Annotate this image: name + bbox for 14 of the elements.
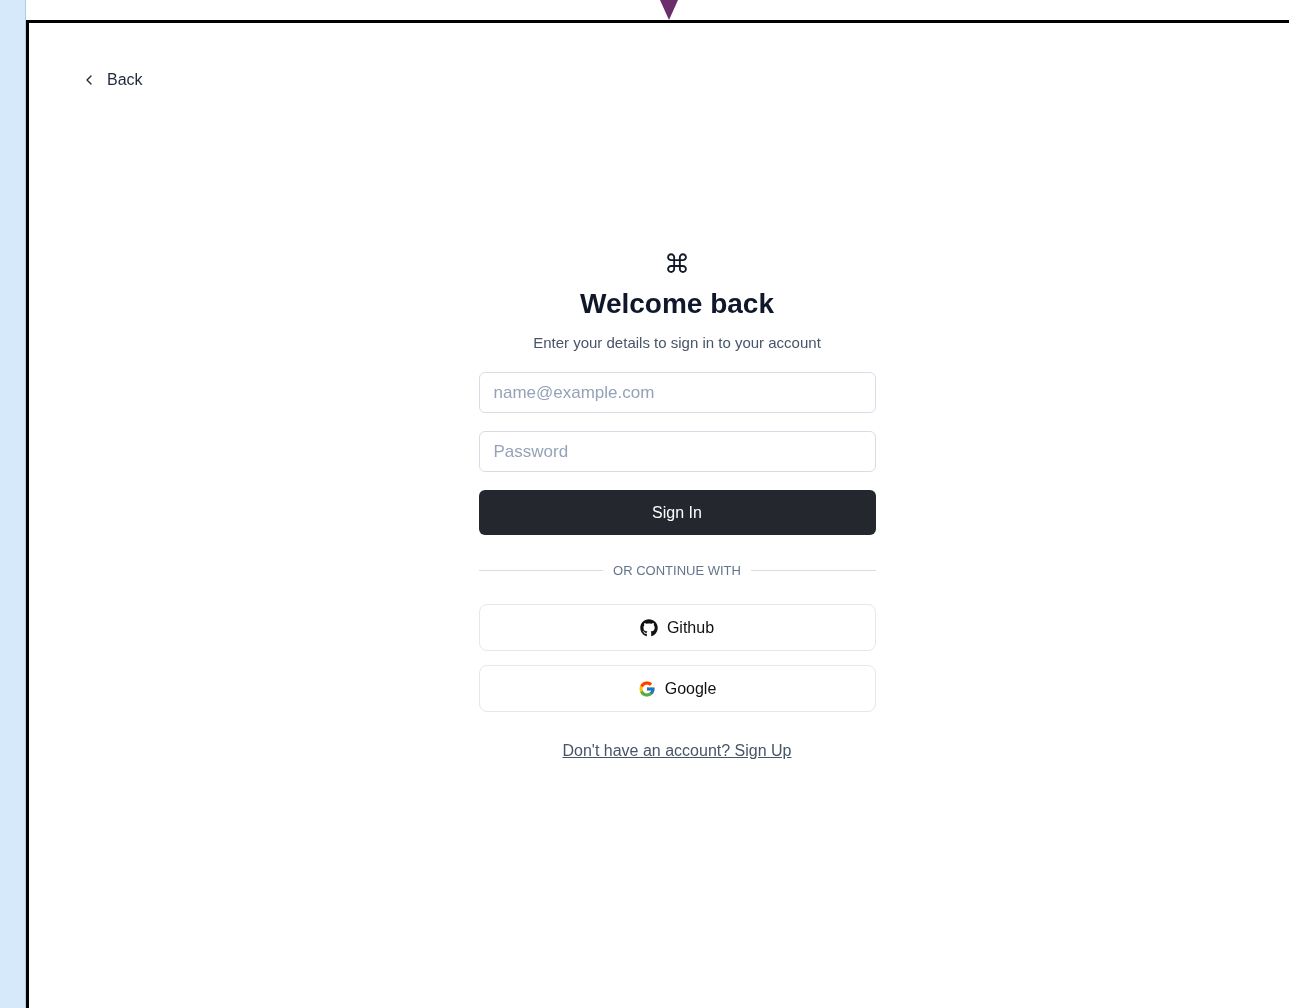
sign-up-link[interactable]: Don't have an account? Sign Up bbox=[562, 742, 792, 760]
google-icon bbox=[637, 679, 656, 698]
marker-icon bbox=[660, 0, 678, 20]
google-button[interactable]: Google bbox=[478, 665, 876, 712]
back-link[interactable]: Back bbox=[81, 71, 143, 89]
email-field[interactable]: name@example.com bbox=[478, 372, 876, 413]
divider-label: OR CONTINUE WITH bbox=[613, 563, 741, 578]
github-icon bbox=[639, 618, 658, 637]
subtitle: Enter your details to sign in to your account bbox=[533, 333, 821, 353]
logo: ⌘ bbox=[664, 249, 690, 279]
page-title: Welcome back bbox=[580, 287, 774, 321]
github-button[interactable]: Github bbox=[478, 604, 876, 651]
password-field[interactable]: Password bbox=[478, 431, 876, 472]
sign-in-button[interactable]: Sign In bbox=[478, 490, 876, 535]
